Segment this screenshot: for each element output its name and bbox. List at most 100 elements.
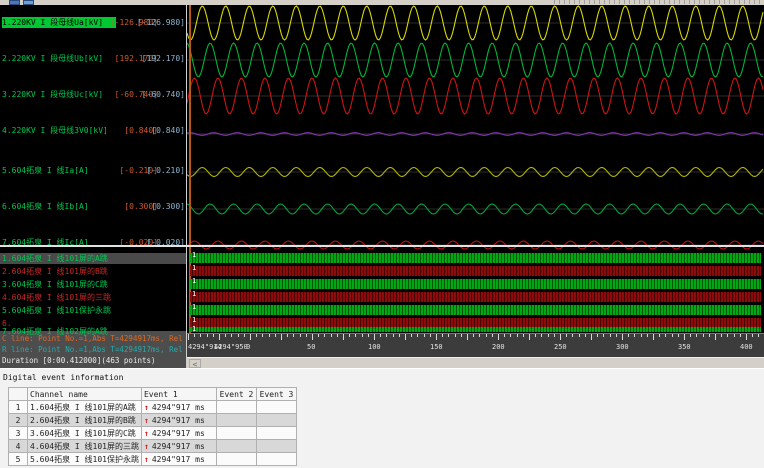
channel-name-label: 5.604拓泉 I 线Ia[A]	[2, 166, 89, 175]
table-header-cell: Event 2	[215, 387, 257, 401]
ruler-tick	[305, 334, 307, 337]
channel-label-panel: C line: Point No.=1,Abs T=4294917ms, Rel…	[0, 5, 186, 368]
ruler-tick	[423, 334, 425, 337]
digital-channel-row[interactable]: 7.604拓泉 I 线102屏的A跳	[0, 326, 186, 337]
digital-channel-row[interactable]: 4.604拓泉 I 线101屏的三跳	[0, 292, 186, 303]
ruler-tick	[467, 334, 468, 340]
event1-cell: ↑ 4294"917 ms	[140, 452, 217, 466]
channel-name-cell: 1.604拓泉 I 线101屏的A跳	[27, 400, 142, 414]
ruler-tick	[188, 334, 189, 340]
ruler-tick	[262, 334, 264, 337]
r-cursor-value: [192.170]	[141, 54, 185, 63]
ruler-tick	[436, 334, 437, 340]
digital-trace[interactable]: 1	[190, 251, 761, 263]
ruler-tick	[659, 334, 661, 337]
digital-channel-row[interactable]: 3.604拓泉 I 线101屏的C跳	[0, 279, 186, 290]
digital-trace[interactable]: 1	[190, 277, 761, 289]
ruler-tick	[702, 334, 704, 337]
ruler-label: 250	[554, 343, 567, 351]
channel-name-cell: 5.604拓泉 I 线101保护永跳	[27, 452, 142, 466]
ruler-tick	[522, 334, 524, 337]
ruler-tick	[733, 334, 735, 337]
analog-channel-row[interactable]: 1.220KV I 段母线Ua[kV] [-126.980] [-126.980]	[0, 17, 186, 28]
trace-value: 1	[192, 264, 197, 272]
ruler-tick	[727, 334, 729, 337]
ruler-label: 350	[678, 343, 691, 351]
channel-name-cell: 4.604拓泉 I 线101屏的三跳	[27, 439, 142, 453]
ruler-tick	[392, 334, 394, 337]
event-table-header: Channel name Event 1 Event 2 Event 3	[8, 387, 297, 401]
table-row[interactable]: 1 1.604拓泉 I 线101屏的A跳 ↑ 4294"917 ms	[8, 400, 297, 414]
digital-channel-row[interactable]: 2.604拓泉 I 线101屏的B跳	[0, 266, 186, 277]
event1-cell: ↑ 4294"917 ms	[140, 400, 217, 414]
ruler-tick	[485, 334, 487, 337]
waveform-plot-area[interactable]: 4294"914 4294"950 0 50 100 150 200 250 300 350 400…	[187, 5, 764, 368]
ruler-label: 100	[368, 343, 381, 351]
ruler-tick	[739, 334, 741, 337]
row-number-cell: 5	[8, 452, 28, 466]
ruler-label: 50	[307, 343, 316, 351]
event-table[interactable]: Channel name Event 1 Event 2 Event 3 1 1.604…	[8, 387, 297, 466]
waveform-viewer-window: C line: Point No.=1,Abs T=4294917ms, Rel…	[0, 0, 764, 468]
r-line-status: R line: Point No.=1,Abs T=4294917ms, Rel…	[2, 345, 186, 354]
ruler-tick	[677, 334, 679, 337]
ruler-label: 4294"950	[214, 343, 248, 351]
event3-cell	[255, 413, 297, 427]
analog-channel-row[interactable]: 2.220KV I 段母线Ub[kV] [192.170] [192.170]	[0, 53, 186, 64]
table-row[interactable]: 5 5.604拓泉 I 线101保护永跳 ↑ 4294"917 ms	[8, 452, 297, 466]
ruler-tick	[361, 334, 363, 337]
analog-channel-row[interactable]: 5.604拓泉 I 线Ia[A] [-0.210] [-0.210]	[0, 165, 186, 176]
analog-channel-row[interactable]: 3.220KV I 段母线Uc[kV] [-60.740] [-60.740]	[0, 89, 186, 100]
table-row[interactable]: 3 3.604拓泉 I 线101屏的C跳 ↑ 4294"917 ms	[8, 426, 297, 440]
ruler-tick	[721, 334, 723, 337]
duration-status: Duration [0:00.412000](463 points)	[2, 356, 156, 365]
digital-trace[interactable]: 1	[190, 290, 761, 302]
ruler-tick	[206, 334, 208, 337]
time-ruler[interactable]: 4294"914 4294"950 0 50 100 150 200 250 300 350 400	[187, 333, 764, 357]
ruler-tick	[225, 334, 227, 337]
table-row[interactable]: 2 2.604拓泉 I 线101屏的B跳 ↑ 4294"917 ms	[8, 413, 297, 427]
ruler-tick	[535, 334, 537, 337]
ruler-tick	[231, 334, 233, 337]
event3-cell	[255, 439, 297, 453]
ruler-tick	[715, 334, 716, 340]
ruler-tick	[194, 334, 196, 337]
ruler-label: 300	[616, 343, 629, 351]
ruler-label: 200	[492, 343, 505, 351]
trip-arrow-icon: ↑	[143, 441, 149, 451]
event2-cell	[215, 400, 257, 414]
ruler-tick	[281, 334, 282, 340]
scroll-left-button[interactable]: <	[189, 359, 201, 368]
trip-arrow-icon: ↑	[143, 402, 149, 412]
analog-digital-separator	[0, 245, 764, 247]
ruler-tick	[609, 334, 611, 337]
ruler-tick	[374, 334, 375, 340]
ruler-tick	[268, 334, 270, 337]
digital-channel-row[interactable]: 5.604拓泉 I 线101保护永跳	[0, 305, 186, 316]
digital-trace[interactable]: 1	[190, 264, 761, 276]
analog-channel-row[interactable]: 4.220KV I 段母线3V0[kV] [0.840] [0.840]	[0, 125, 186, 136]
top-ruler-marks	[554, 0, 764, 4]
analog-channel-row[interactable]: 6.604拓泉 I 线Ib[A] [0.300] [0.300]	[0, 201, 186, 212]
digital-channel-row[interactable]: 1.604拓泉 I 线101屏的A跳	[0, 253, 186, 264]
channel-name-label: 6.604拓泉 I 线Ib[A]	[2, 202, 89, 211]
event1-cell: ↑ 4294"917 ms	[140, 439, 217, 453]
ruler-tick	[318, 334, 320, 337]
digital-trace[interactable]: 1	[190, 325, 761, 333]
ruler-tick	[690, 334, 692, 337]
ruler-tick	[293, 334, 295, 337]
h-scrollbar[interactable]: <	[187, 357, 764, 368]
digital-trace[interactable]: 1	[190, 303, 761, 315]
ruler-tick	[460, 334, 462, 337]
table-row[interactable]: 4 4.604拓泉 I 线101屏的三跳 ↑ 4294"917 ms	[8, 439, 297, 453]
event2-cell	[215, 439, 257, 453]
channel-name-label: 1.220KV I 段母线Ua[kV]	[2, 17, 116, 28]
table-header-cell: Event 1	[140, 387, 217, 401]
ruler-tick	[200, 334, 202, 337]
event1-cell: ↑ 4294"917 ms	[140, 426, 217, 440]
digital-event-panel: Digital event information Channel name Ev…	[0, 368, 764, 468]
ruler-tick	[380, 334, 382, 337]
event2-cell	[215, 413, 257, 427]
waveform-svg[interactable]	[187, 5, 764, 251]
table-header-cell: Event 3	[255, 387, 297, 401]
